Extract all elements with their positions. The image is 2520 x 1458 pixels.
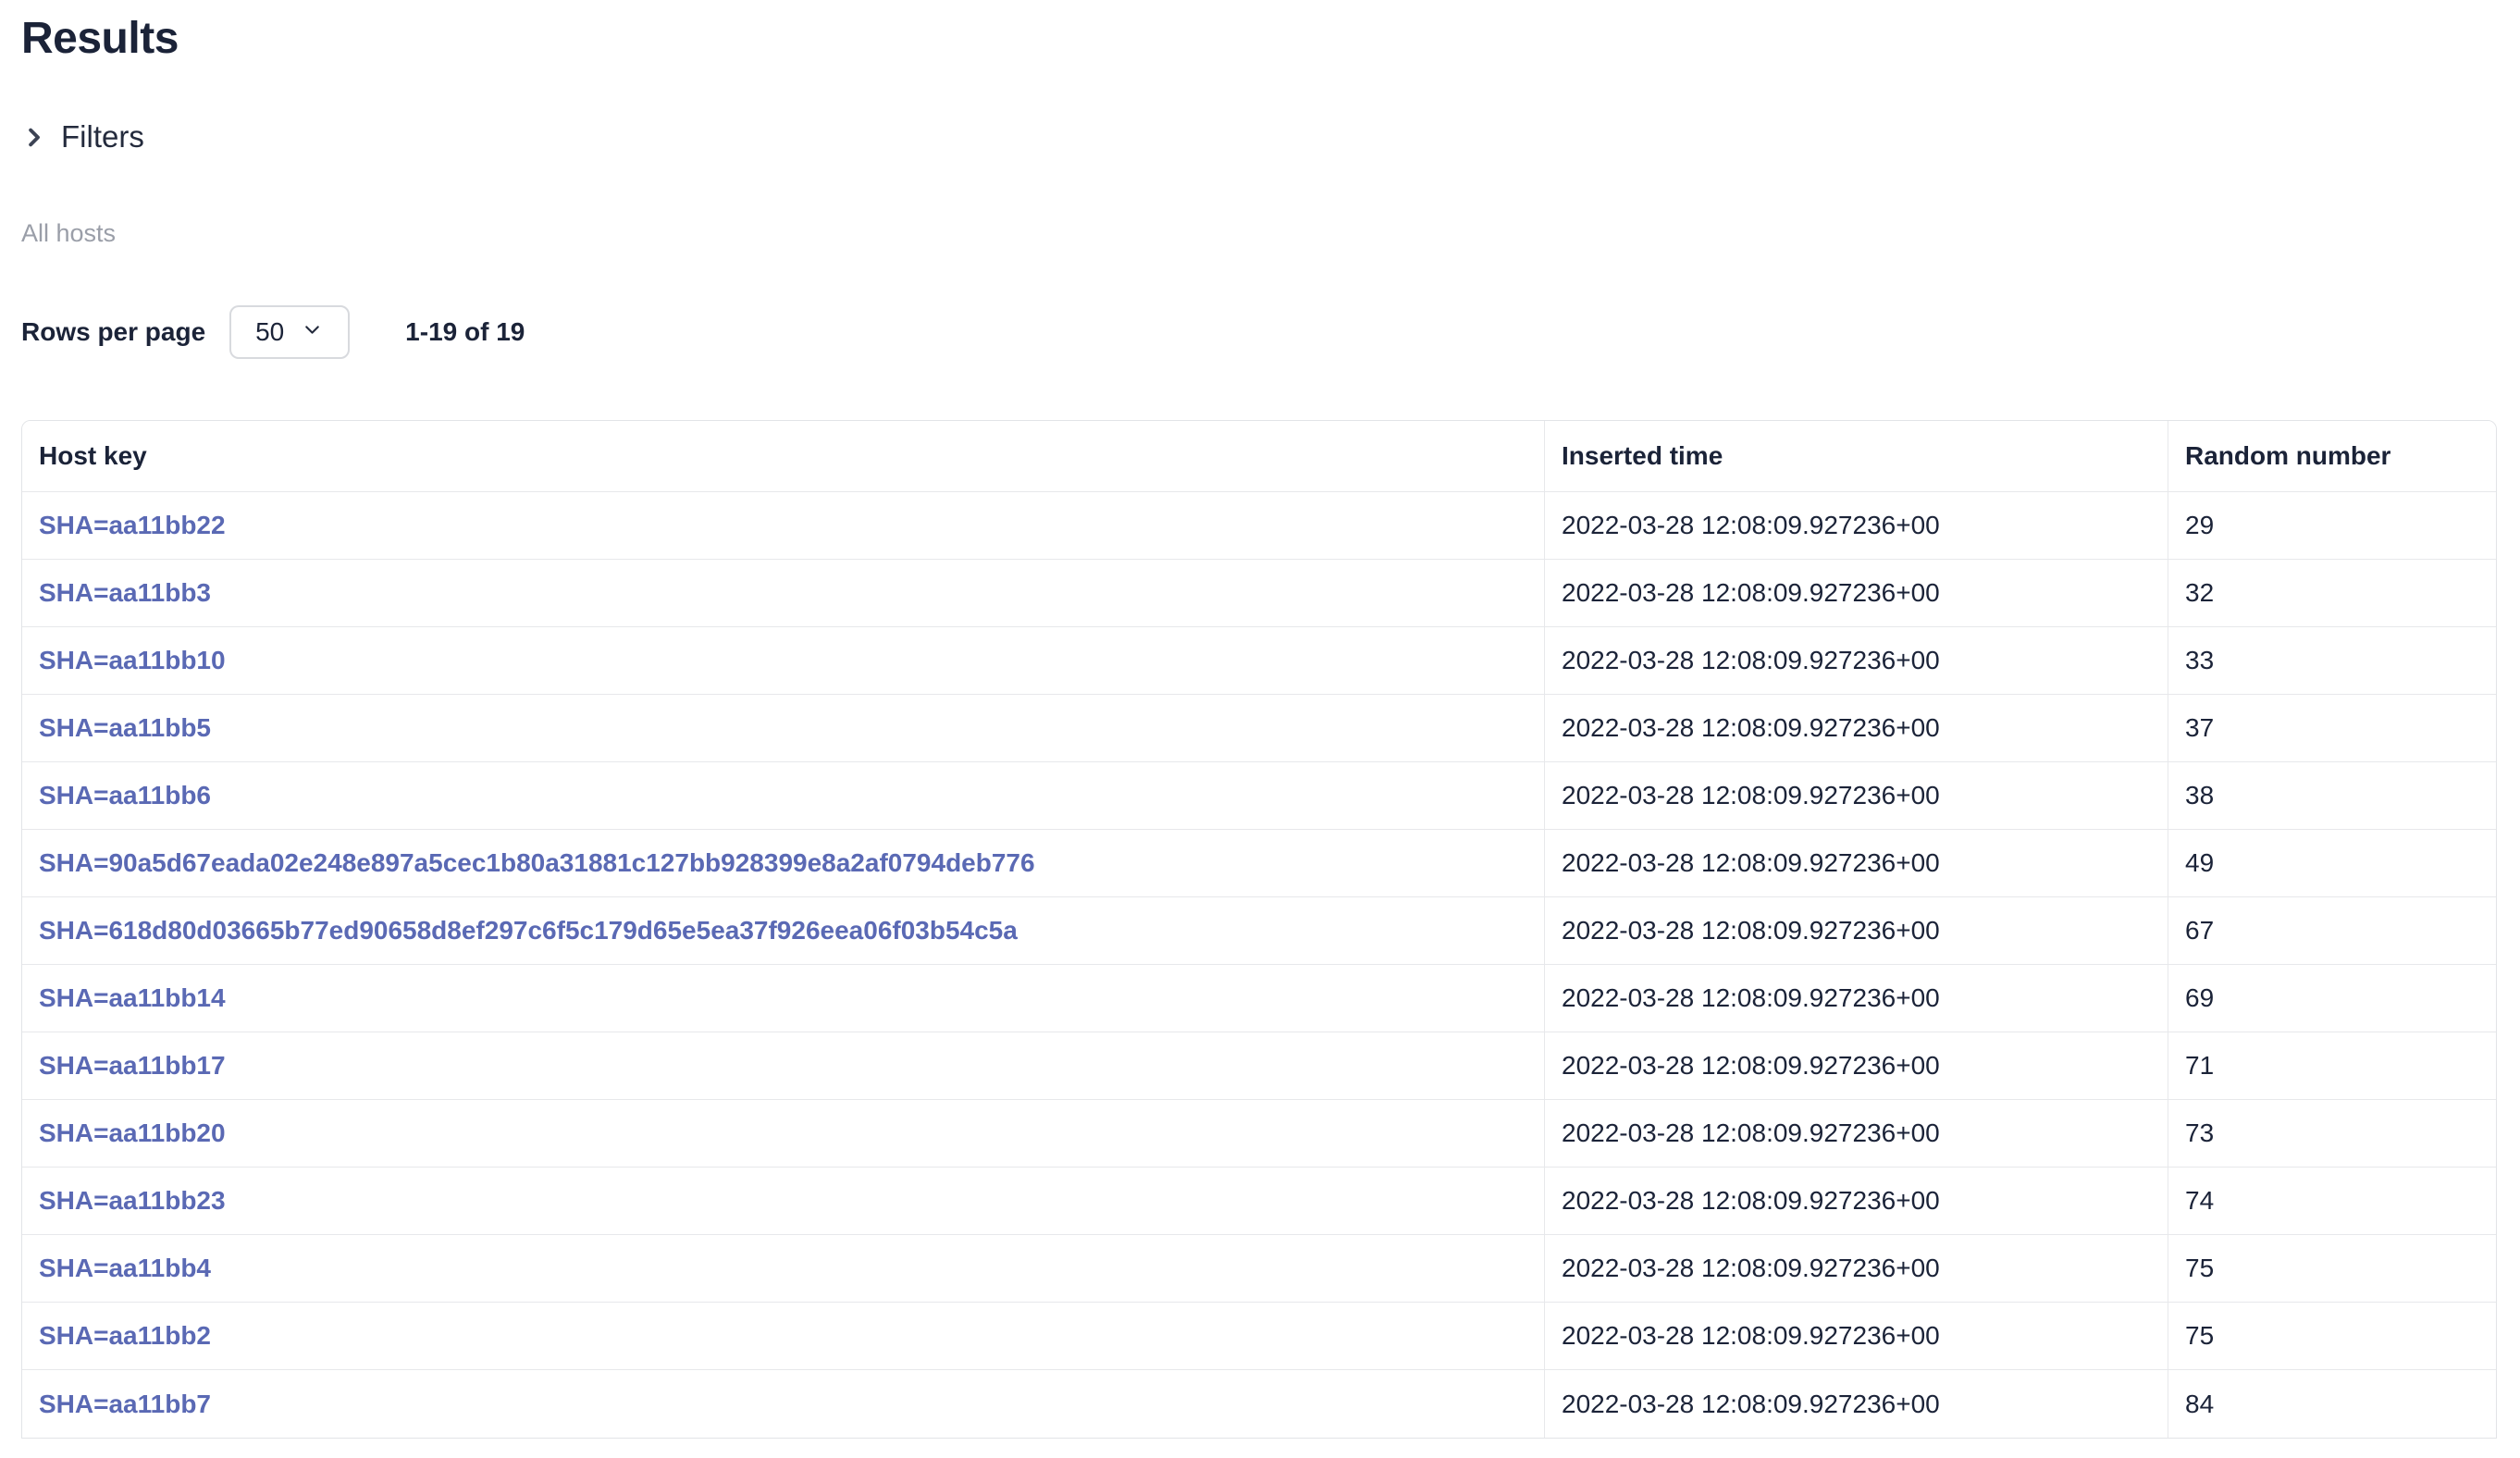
host-key-link[interactable]: SHA=aa11bb6 bbox=[39, 781, 211, 809]
random-number-cell: 29 bbox=[2168, 492, 2496, 560]
pagination-range: 1-19 of 19 bbox=[405, 317, 525, 347]
random-number-cell: 33 bbox=[2168, 627, 2496, 695]
inserted-time-cell: 2022-03-28 12:08:09.927236+00 bbox=[1544, 695, 2168, 762]
host-key-link[interactable]: SHA=aa11bb22 bbox=[39, 511, 226, 539]
host-key-cell: SHA=aa11bb20 bbox=[22, 1100, 1544, 1168]
table-row: SHA=aa11bb22 2022-03-28 12:08:09.927236+… bbox=[22, 492, 2496, 560]
table-row: SHA=aa11bb3 2022-03-28 12:08:09.927236+0… bbox=[22, 560, 2496, 627]
page-title: Results bbox=[21, 0, 2497, 67]
host-key-cell: SHA=90a5d67eada02e248e897a5cec1b80a31881… bbox=[22, 830, 1544, 897]
table-row: SHA=aa11bb17 2022-03-28 12:08:09.927236+… bbox=[22, 1032, 2496, 1100]
table-row: SHA=90a5d67eada02e248e897a5cec1b80a31881… bbox=[22, 830, 2496, 897]
table-row: SHA=618d80d03665b77ed90658d8ef297c6f5c17… bbox=[22, 897, 2496, 965]
random-number-cell: 69 bbox=[2168, 965, 2496, 1032]
table-row: SHA=aa11bb2 2022-03-28 12:08:09.927236+0… bbox=[22, 1303, 2496, 1370]
table-row: SHA=aa11bb7 2022-03-28 12:08:09.927236+0… bbox=[22, 1370, 2496, 1438]
chevron-down-icon bbox=[301, 318, 324, 346]
host-key-link[interactable]: SHA=aa11bb14 bbox=[39, 983, 226, 1012]
host-key-cell: SHA=aa11bb5 bbox=[22, 695, 1544, 762]
table-row: SHA=aa11bb4 2022-03-28 12:08:09.927236+0… bbox=[22, 1235, 2496, 1303]
pagination-toolbar: Rows per page 50 1-19 of 19 bbox=[21, 305, 2497, 359]
random-number-cell: 32 bbox=[2168, 560, 2496, 627]
filters-toggle[interactable]: Filters bbox=[21, 118, 144, 155]
host-key-link[interactable]: SHA=aa11bb10 bbox=[39, 646, 226, 674]
inserted-time-cell: 2022-03-28 12:08:09.927236+00 bbox=[1544, 1370, 2168, 1438]
inserted-time-cell: 2022-03-28 12:08:09.927236+00 bbox=[1544, 627, 2168, 695]
host-key-link[interactable]: SHA=aa11bb4 bbox=[39, 1254, 211, 1282]
results-table: Host key Inserted time Random number SHA… bbox=[21, 420, 2497, 1439]
inserted-time-cell: 2022-03-28 12:08:09.927236+00 bbox=[1544, 560, 2168, 627]
host-key-cell: SHA=aa11bb3 bbox=[22, 560, 1544, 627]
host-key-cell: SHA=aa11bb17 bbox=[22, 1032, 1544, 1100]
host-key-cell: SHA=aa11bb6 bbox=[22, 762, 1544, 830]
header-inserted-time: Inserted time bbox=[1544, 421, 2168, 492]
table-row: SHA=aa11bb23 2022-03-28 12:08:09.927236+… bbox=[22, 1168, 2496, 1235]
host-key-cell: SHA=aa11bb7 bbox=[22, 1370, 1544, 1438]
host-key-link[interactable]: SHA=90a5d67eada02e248e897a5cec1b80a31881… bbox=[39, 848, 1035, 877]
inserted-time-cell: 2022-03-28 12:08:09.927236+00 bbox=[1544, 897, 2168, 965]
host-key-cell: SHA=aa11bb2 bbox=[22, 1303, 1544, 1370]
random-number-cell: 37 bbox=[2168, 695, 2496, 762]
table-row: SHA=aa11bb20 2022-03-28 12:08:09.927236+… bbox=[22, 1100, 2496, 1168]
inserted-time-cell: 2022-03-28 12:08:09.927236+00 bbox=[1544, 965, 2168, 1032]
inserted-time-cell: 2022-03-28 12:08:09.927236+00 bbox=[1544, 1235, 2168, 1303]
host-key-cell: SHA=aa11bb22 bbox=[22, 492, 1544, 560]
random-number-cell: 73 bbox=[2168, 1100, 2496, 1168]
host-key-link[interactable]: SHA=aa11bb23 bbox=[39, 1186, 226, 1215]
header-random-number: Random number bbox=[2168, 421, 2496, 492]
inserted-time-cell: 2022-03-28 12:08:09.927236+00 bbox=[1544, 1032, 2168, 1100]
host-key-link[interactable]: SHA=aa11bb17 bbox=[39, 1051, 226, 1080]
host-key-cell: SHA=618d80d03665b77ed90658d8ef297c6f5c17… bbox=[22, 897, 1544, 965]
host-key-cell: SHA=aa11bb23 bbox=[22, 1168, 1544, 1235]
inserted-time-cell: 2022-03-28 12:08:09.927236+00 bbox=[1544, 762, 2168, 830]
host-key-cell: SHA=aa11bb14 bbox=[22, 965, 1544, 1032]
random-number-cell: 49 bbox=[2168, 830, 2496, 897]
table-row: SHA=aa11bb6 2022-03-28 12:08:09.927236+0… bbox=[22, 762, 2496, 830]
host-key-link[interactable]: SHA=aa11bb20 bbox=[39, 1118, 226, 1147]
inserted-time-cell: 2022-03-28 12:08:09.927236+00 bbox=[1544, 1303, 2168, 1370]
random-number-cell: 74 bbox=[2168, 1168, 2496, 1235]
header-host-key: Host key bbox=[22, 421, 1544, 492]
rows-per-page-value: 50 bbox=[255, 317, 284, 347]
inserted-time-cell: 2022-03-28 12:08:09.927236+00 bbox=[1544, 1100, 2168, 1168]
table-body: SHA=aa11bb22 2022-03-28 12:08:09.927236+… bbox=[22, 492, 2496, 1438]
table-row: SHA=aa11bb5 2022-03-28 12:08:09.927236+0… bbox=[22, 695, 2496, 762]
table-header-row: Host key Inserted time Random number bbox=[22, 421, 2496, 492]
inserted-time-cell: 2022-03-28 12:08:09.927236+00 bbox=[1544, 492, 2168, 560]
random-number-cell: 75 bbox=[2168, 1235, 2496, 1303]
random-number-cell: 84 bbox=[2168, 1370, 2496, 1438]
scope-label: All hosts bbox=[21, 218, 2497, 248]
random-number-cell: 67 bbox=[2168, 897, 2496, 965]
rows-per-page-select[interactable]: 50 bbox=[229, 305, 350, 359]
host-key-link[interactable]: SHA=aa11bb7 bbox=[39, 1390, 211, 1418]
random-number-cell: 75 bbox=[2168, 1303, 2496, 1370]
table-row: SHA=aa11bb14 2022-03-28 12:08:09.927236+… bbox=[22, 965, 2496, 1032]
chevron-right-icon bbox=[21, 125, 46, 150]
host-key-link[interactable]: SHA=618d80d03665b77ed90658d8ef297c6f5c17… bbox=[39, 916, 1018, 945]
host-key-link[interactable]: SHA=aa11bb3 bbox=[39, 578, 211, 607]
host-key-cell: SHA=aa11bb4 bbox=[22, 1235, 1544, 1303]
filters-label: Filters bbox=[61, 118, 144, 155]
host-key-link[interactable]: SHA=aa11bb5 bbox=[39, 713, 211, 742]
random-number-cell: 38 bbox=[2168, 762, 2496, 830]
inserted-time-cell: 2022-03-28 12:08:09.927236+00 bbox=[1544, 830, 2168, 897]
results-page: Results Filters All hosts Rows per page … bbox=[0, 0, 2520, 1458]
inserted-time-cell: 2022-03-28 12:08:09.927236+00 bbox=[1544, 1168, 2168, 1235]
rows-per-page-label: Rows per page bbox=[21, 317, 205, 347]
table-row: SHA=aa11bb10 2022-03-28 12:08:09.927236+… bbox=[22, 627, 2496, 695]
host-key-cell: SHA=aa11bb10 bbox=[22, 627, 1544, 695]
host-key-link[interactable]: SHA=aa11bb2 bbox=[39, 1321, 211, 1350]
random-number-cell: 71 bbox=[2168, 1032, 2496, 1100]
